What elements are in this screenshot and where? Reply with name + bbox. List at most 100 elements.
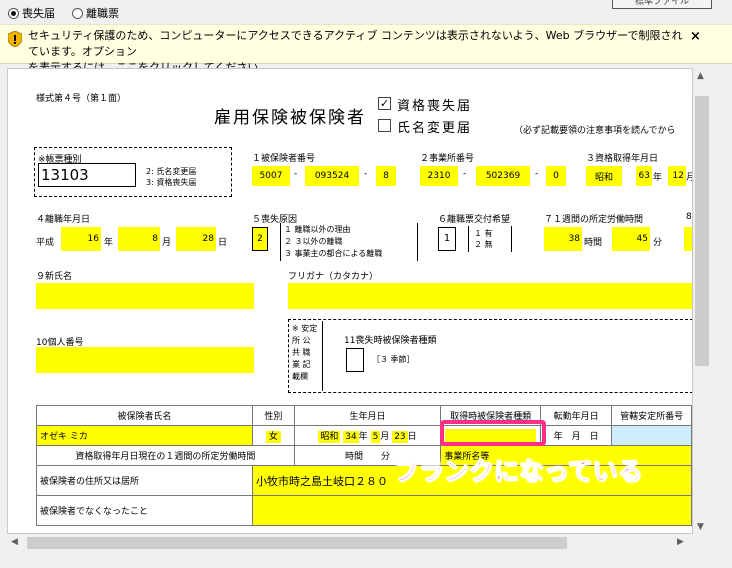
- hihoken-no-part1[interactable]: 5007: [252, 166, 290, 186]
- radio-label: 喪失届: [22, 7, 55, 20]
- name-cell[interactable]: オゼキ ミカ: [36, 425, 253, 446]
- scroll-left-icon[interactable]: ◀: [11, 537, 18, 547]
- horizontal-scrollbar[interactable]: ◀ ▶: [7, 534, 693, 552]
- vertical-scroll-thumb[interactable]: [695, 96, 709, 366]
- chohyo-option: 2: 氏名変更届: [146, 167, 197, 176]
- field-8-value[interactable]: [684, 227, 692, 251]
- unit-label: 年: [553, 432, 563, 442]
- rishoku-era: 平成: [36, 238, 55, 248]
- rishoku-month[interactable]: 8: [118, 227, 160, 251]
- check-shikaku-soshitsu[interactable]: ✓: [378, 97, 391, 110]
- unit-label: 日: [407, 432, 417, 442]
- soshitsu-option: １ 離職以外の理由: [284, 225, 351, 234]
- table-header-row: 被保険者氏名 性別 生年月日 取得時被保険者種類 転勤年月日 管轄安定所番号: [36, 405, 692, 426]
- scroll-up-icon[interactable]: ▲: [697, 71, 704, 81]
- jigyosho-no-part1[interactable]: 2310: [420, 166, 458, 186]
- form-number: 様式第４号（第１面）: [36, 94, 127, 104]
- row4-cell[interactable]: [252, 495, 692, 526]
- jigyosho-no-part3[interactable]: 0: [546, 166, 566, 186]
- soshitsu-option: ２ ３以外の離職: [284, 237, 343, 246]
- shield-warning-icon: [8, 31, 22, 47]
- shikaku-date-label: ３資格取得年月日: [586, 154, 659, 164]
- scroll-corner: [693, 534, 711, 552]
- kisetsu-input[interactable]: [346, 348, 364, 372]
- unit-label: 時間: [344, 452, 363, 462]
- check-shimei-henko[interactable]: [378, 119, 391, 132]
- annotation-highlight-box: [440, 420, 546, 446]
- soshitsu-option: ３ 事業主の都合による離職: [284, 249, 383, 258]
- table-row: オゼキ ミカ 女 昭和 34 年 5月 23 日 年 月 日: [36, 425, 692, 446]
- jigyosho-no-label: ２事業所番号: [420, 154, 475, 164]
- radio-soshitsu[interactable]: 喪失届: [8, 5, 55, 21]
- chohyo-value[interactable]: 13103: [38, 163, 136, 187]
- jigyosho-no-part2[interactable]: 502369: [476, 166, 530, 186]
- form-note: （必ず記載要領の注意事項を読んでから: [514, 126, 676, 136]
- birth-cell[interactable]: 昭和 34 年 5月 23 日: [293, 425, 442, 446]
- soshitsu-value[interactable]: 2: [252, 227, 268, 251]
- unit-label: 月: [686, 170, 692, 183]
- col-header: 被保険者氏名: [36, 405, 253, 426]
- shikaku-era[interactable]: 昭和: [586, 166, 622, 186]
- radio-dot[interactable]: [72, 7, 83, 19]
- radio-dot[interactable]: [8, 7, 19, 19]
- field-8-label: 8: [686, 212, 692, 222]
- unit-label: 月: [380, 432, 390, 442]
- rodo-minutes[interactable]: 45: [612, 227, 650, 251]
- birth-era: 昭和: [318, 431, 341, 443]
- unit-label: 年: [104, 238, 114, 248]
- rishoku-day[interactable]: 28: [176, 227, 216, 251]
- col-header: 転勤年月日: [539, 405, 613, 426]
- horizontal-scroll-thumb[interactable]: [27, 537, 567, 549]
- birth-month: 5: [370, 431, 381, 443]
- rishokuhyo-label: ６離職票交付希望: [438, 215, 511, 225]
- security-infobar[interactable]: セキュリティ保護のため、コンピューターにアクセスできるアクティブ コンテンツは表…: [0, 24, 732, 74]
- rishoku-year[interactable]: 16: [61, 227, 101, 251]
- kankatsu-cell[interactable]: [611, 425, 692, 446]
- annotation-text: ブランクになっている: [394, 457, 644, 487]
- check-label: 資格喪失届: [397, 99, 473, 114]
- vertical-scrollbar[interactable]: ▲ ▼: [693, 68, 711, 534]
- infobar-line1: セキュリティ保護のため、コンピューターにアクセスできるアクティブ コンテンツは表…: [28, 29, 683, 58]
- shikaku-year[interactable]: 63: [636, 166, 652, 186]
- kojin-input[interactable]: [36, 347, 254, 373]
- hihoken-no-label: １被保険者番号: [252, 154, 316, 164]
- unit-label: 時間: [584, 238, 603, 248]
- row3-label: 被保険者の住所又は居所: [36, 465, 253, 496]
- check-label: 氏名変更届: [397, 121, 473, 136]
- unit-label: 年: [653, 173, 663, 183]
- chohyo-option: 3: 資格喪失届: [146, 178, 197, 187]
- birth-year: 34: [343, 431, 359, 443]
- new-name-label: ９新氏名: [36, 272, 73, 282]
- antei-label: ※ 安定所 公共 職業 記載欄: [292, 324, 318, 381]
- furigana-input[interactable]: [288, 283, 692, 309]
- hihoken-no-part2[interactable]: 093524: [305, 166, 359, 186]
- sex-cell[interactable]: 女: [252, 425, 295, 446]
- unit-label: 日: [218, 238, 228, 248]
- scroll-right-icon[interactable]: ▶: [677, 537, 684, 547]
- unit-label: 年: [358, 432, 368, 442]
- table-row: 被保険者でなくなったこと: [36, 495, 692, 526]
- rishokuhyo-option: ２ 無: [474, 240, 493, 249]
- sex-value: 女: [265, 431, 281, 443]
- shikaku-month[interactable]: 12: [668, 166, 686, 186]
- kisetsu-label: 11喪失時被保険者種類: [344, 336, 437, 346]
- furigana-label: フリガナ（カタカナ）: [288, 272, 379, 282]
- unit-label: 分: [653, 238, 663, 248]
- unit-label: 月: [571, 432, 581, 442]
- close-icon[interactable]: ×: [690, 29, 701, 45]
- tenkin-cell[interactable]: 年 月 日: [539, 425, 613, 446]
- new-name-input[interactable]: [36, 283, 254, 309]
- hihoken-no-part3[interactable]: 8: [376, 166, 396, 186]
- row2-label: 資格取得年月日現在の１週間の所定労働時間: [36, 445, 295, 466]
- top-bar: 喪失届 離職票 標準ファイル: [0, 0, 732, 24]
- form-title: 雇用保険被保険者: [214, 108, 366, 128]
- kisetsu-note: ［３ 季節］: [372, 355, 415, 364]
- rishokuhyo-value[interactable]: 1: [438, 227, 456, 251]
- unit-label: 分: [381, 452, 391, 462]
- radio-rishokuhyo[interactable]: 離職票: [72, 5, 119, 21]
- scroll-down-icon[interactable]: ▼: [697, 522, 704, 532]
- top-button[interactable]: 標準ファイル: [612, 0, 712, 9]
- col-header: 生年月日: [293, 405, 442, 426]
- rishokuhyo-option: １ 有: [474, 229, 493, 238]
- rodo-hours[interactable]: 38: [544, 227, 582, 251]
